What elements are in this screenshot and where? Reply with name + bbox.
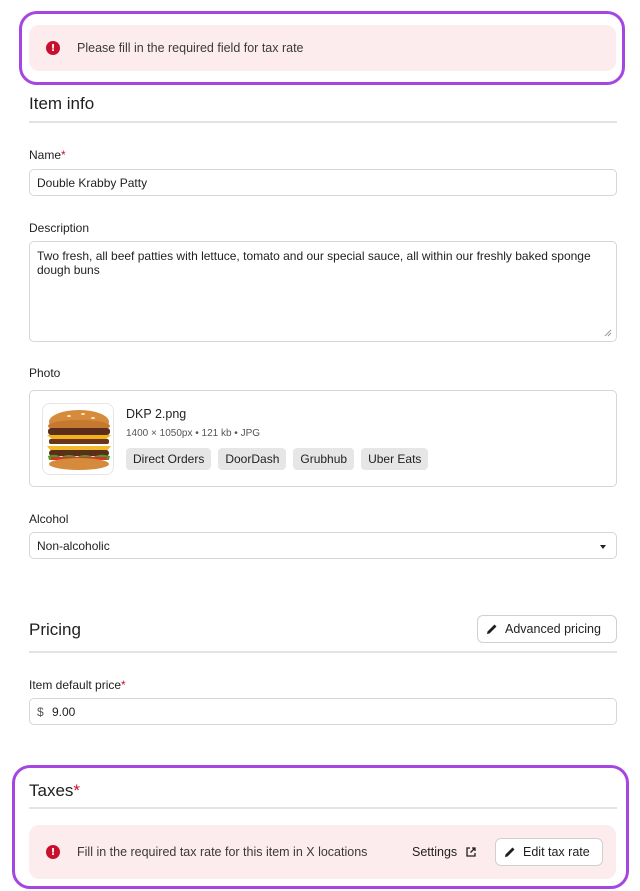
error-icon: ! [46, 41, 60, 55]
taxes-required-marker: * [73, 781, 81, 800]
burger-image-icon [47, 410, 111, 470]
external-link-icon [466, 847, 476, 857]
photo-label: Photo [29, 366, 61, 380]
top-error-alert: ! Please fill in the required field for … [29, 25, 616, 71]
edit-tax-rate-button[interactable]: Edit tax rate [495, 838, 603, 866]
name-label-text: Name [29, 148, 62, 162]
alcohol-label: Alcohol [29, 512, 69, 526]
pricing-title: Pricing [29, 620, 81, 639]
taxes-title-text: Taxes [29, 781, 74, 800]
item-info-title: Item info [29, 94, 95, 113]
default-price-label: Item default price* [29, 678, 126, 692]
default-price-label-text: Item default price [29, 678, 122, 692]
currency-symbol: $ [37, 705, 44, 719]
channel-chips: Direct Orders DoorDash Grubhub Uber Eats [126, 448, 429, 470]
channel-chip[interactable]: Uber Eats [361, 448, 429, 470]
name-label: Name* [29, 148, 66, 162]
default-price-value: 9.00 [52, 705, 76, 719]
channel-chip[interactable]: Direct Orders [126, 448, 212, 470]
pencil-icon [487, 624, 497, 634]
alcohol-select[interactable]: Non-alcoholic [29, 532, 617, 559]
top-alert-message: Please fill in the required field for ta… [77, 41, 304, 55]
pencil-icon [505, 847, 515, 857]
settings-link[interactable]: Settings [412, 845, 477, 859]
resize-grip-icon[interactable] [604, 329, 612, 337]
pricing-divider [29, 651, 617, 653]
taxes-title: Taxes* [29, 781, 80, 801]
advanced-pricing-button[interactable]: Advanced pricing [477, 615, 617, 643]
error-icon: ! [46, 845, 60, 859]
channel-chip[interactable]: Grubhub [293, 448, 355, 470]
default-price-field[interactable]: $ 9.00 [29, 698, 617, 725]
tax-alert-message: Fill in the required tax rate for this i… [77, 845, 368, 859]
burger-thumbnail [42, 403, 114, 475]
settings-link-label: Settings [412, 845, 458, 859]
photo-file-meta: 1400 × 1050px • 121 kb • JPG [126, 428, 261, 439]
photo-file-name: DKP 2.png [126, 407, 187, 421]
name-field-value: Double Krabby Patty [37, 176, 148, 190]
alcohol-select-value: Non-alcoholic [37, 539, 110, 553]
advanced-pricing-label: Advanced pricing [505, 622, 601, 636]
description-field[interactable]: Two fresh, all beef patties with lettuce… [29, 241, 617, 342]
description-field-value: Two fresh, all beef patties with lettuce… [37, 249, 591, 277]
description-label: Description [29, 221, 90, 235]
taxes-divider [29, 807, 617, 809]
price-required-marker: * [121, 678, 126, 692]
item-info-divider [29, 121, 617, 123]
chevron-down-icon [600, 545, 606, 549]
edit-tax-rate-label: Edit tax rate [523, 845, 590, 859]
channel-chip[interactable]: DoorDash [218, 448, 287, 470]
photo-card[interactable]: DKP 2.png 1400 × 1050px • 121 kb • JPG D… [29, 390, 617, 487]
name-field[interactable]: Double Krabby Patty [29, 169, 617, 196]
name-required-marker: * [61, 148, 66, 162]
